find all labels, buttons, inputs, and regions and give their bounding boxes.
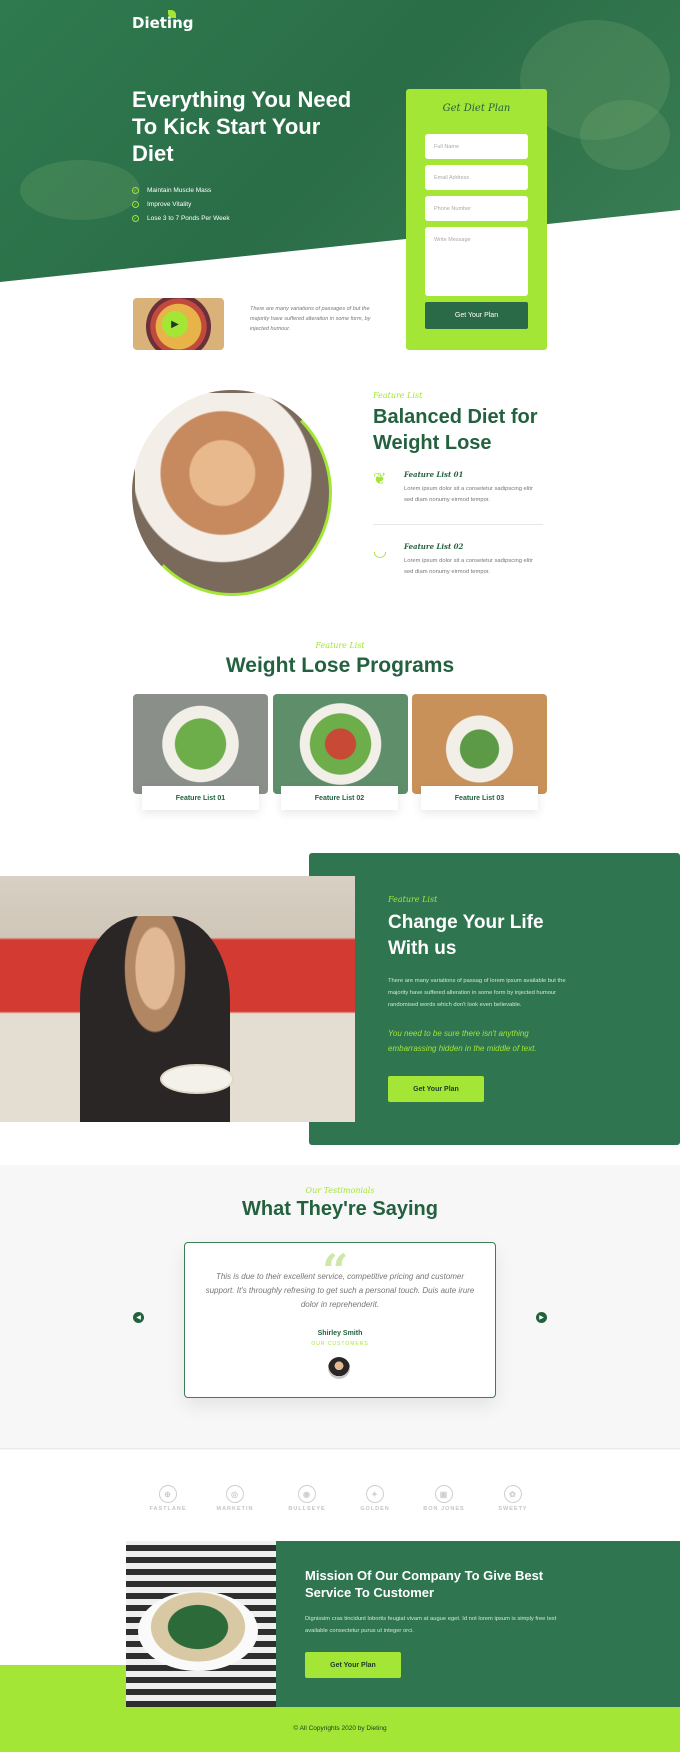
landing-page: Dieting Everything You Need To Kick Star… bbox=[0, 0, 680, 1752]
get-plan-button[interactable]: Get Your Plan bbox=[388, 1076, 484, 1102]
testimonials-subtitle: Our Testimonials bbox=[305, 1186, 375, 1195]
check-icon: ✓ bbox=[132, 201, 139, 208]
partner-logo: ✿ SWEETY bbox=[478, 1485, 548, 1512]
program-label[interactable]: Feature List 03 bbox=[421, 786, 538, 810]
email-field[interactable]: Email Address bbox=[425, 165, 528, 190]
hero-checklist: ✓ Maintain Muscle Mass ✓ Improve Vitality … bbox=[132, 187, 230, 229]
avatar bbox=[328, 1357, 350, 1379]
divider bbox=[373, 524, 543, 525]
feature-item-text: Lorem ipsum dolor sit a consetetur sadip… bbox=[404, 486, 533, 503]
programs-subtitle: Feature List bbox=[315, 641, 365, 650]
partner-logo: ▣ BON JONES bbox=[409, 1485, 479, 1512]
testimonials-title: What They're Saying bbox=[242, 1198, 438, 1220]
program-label[interactable]: Feature List 02 bbox=[281, 786, 398, 810]
feature-item-text: Lorem ipsum dolor sit a consetetur sadip… bbox=[404, 558, 533, 575]
check-icon: ✓ bbox=[132, 215, 139, 222]
life-text: There are many variations of passag of l… bbox=[388, 978, 566, 1008]
leaf-icon bbox=[168, 10, 176, 18]
woman-eating-image bbox=[0, 876, 355, 1122]
get-plan-button[interactable]: Get Your Plan bbox=[425, 302, 528, 329]
next-arrow-icon[interactable]: ▶ bbox=[536, 1312, 547, 1323]
mission-title: Mission Of Our Company To Give Best Serv… bbox=[305, 1568, 544, 1600]
bowl-icon: ◡ bbox=[373, 543, 387, 560]
feature-item-title: Feature List 01 bbox=[404, 470, 464, 479]
message-field[interactable]: Write Message bbox=[425, 227, 528, 296]
partner-logo-icon: ✦ bbox=[366, 1485, 384, 1503]
check-item: ✓ Lose 3 to 7 Ponds Per Week bbox=[132, 215, 230, 222]
broccoli-icon: ❦ bbox=[373, 471, 387, 488]
program-label[interactable]: Feature List 01 bbox=[142, 786, 259, 810]
partner-logo-icon: ◉ bbox=[298, 1485, 316, 1503]
program-image[interactable] bbox=[133, 694, 268, 794]
partner-logo: ✦ GOLDEN bbox=[340, 1485, 410, 1512]
testimonial-quote: This is due to their excellent service, … bbox=[205, 1272, 475, 1309]
check-icon: ✓ bbox=[132, 187, 139, 194]
partner-logo-icon: ✿ bbox=[504, 1485, 522, 1503]
feature-image bbox=[132, 390, 332, 596]
video-description: There are many variations of passages of… bbox=[250, 306, 371, 332]
testimonial-name: Shirley Smith bbox=[317, 1330, 363, 1337]
partner-logo: ◎ MARKETIN bbox=[200, 1485, 270, 1512]
play-icon[interactable]: ▶ bbox=[162, 311, 188, 337]
partner-logo-icon: ▣ bbox=[435, 1485, 453, 1503]
partner-logo-icon: ◎ bbox=[226, 1485, 244, 1503]
life-subtitle: Feature List bbox=[388, 895, 438, 904]
feature-item-title: Feature List 02 bbox=[404, 542, 464, 551]
form-title: Get Diet Plan bbox=[442, 103, 511, 114]
programs-title: Weight Lose Programs bbox=[225, 654, 455, 677]
feature-title: Balanced Diet for Weight Lose bbox=[373, 406, 538, 454]
partner-logo: ⊕ FASTLANE bbox=[133, 1485, 203, 1512]
check-item: ✓ Improve Vitality bbox=[132, 201, 192, 208]
salad-bowl-image bbox=[126, 1541, 276, 1707]
check-item: ✓ Maintain Muscle Mass bbox=[132, 187, 212, 194]
partner-logo: ◉ BULLSEYE bbox=[272, 1485, 342, 1512]
mission-text: Dignissim cras tincidunt lobortis feugia… bbox=[305, 1616, 557, 1634]
life-highlight: You need to be sure there isn't anything… bbox=[388, 1029, 537, 1053]
program-image[interactable] bbox=[273, 694, 408, 794]
diet-plan-form: Get Diet Plan Full Name Email Address Ph… bbox=[406, 89, 547, 350]
program-image[interactable] bbox=[412, 694, 547, 794]
feature-subtitle: Feature List bbox=[373, 391, 423, 400]
phone-field[interactable]: Phone Number bbox=[425, 196, 528, 221]
copyright: © All Copyrights 2020 by Dieting bbox=[293, 1725, 387, 1732]
prev-arrow-icon[interactable]: ◀ bbox=[133, 1312, 144, 1323]
get-plan-button[interactable]: Get Your Plan bbox=[305, 1652, 401, 1678]
logo[interactable]: Dieting bbox=[132, 14, 194, 32]
life-title: Change Your Life With us bbox=[388, 912, 544, 959]
hero-title: Everything You Need To Kick Start Your D… bbox=[132, 87, 352, 166]
full-name-field[interactable]: Full Name bbox=[425, 134, 528, 159]
testimonial-role: OUR CUSTOMERS bbox=[311, 1341, 369, 1347]
divider bbox=[0, 1448, 680, 1449]
partner-logo-icon: ⊕ bbox=[159, 1485, 177, 1503]
